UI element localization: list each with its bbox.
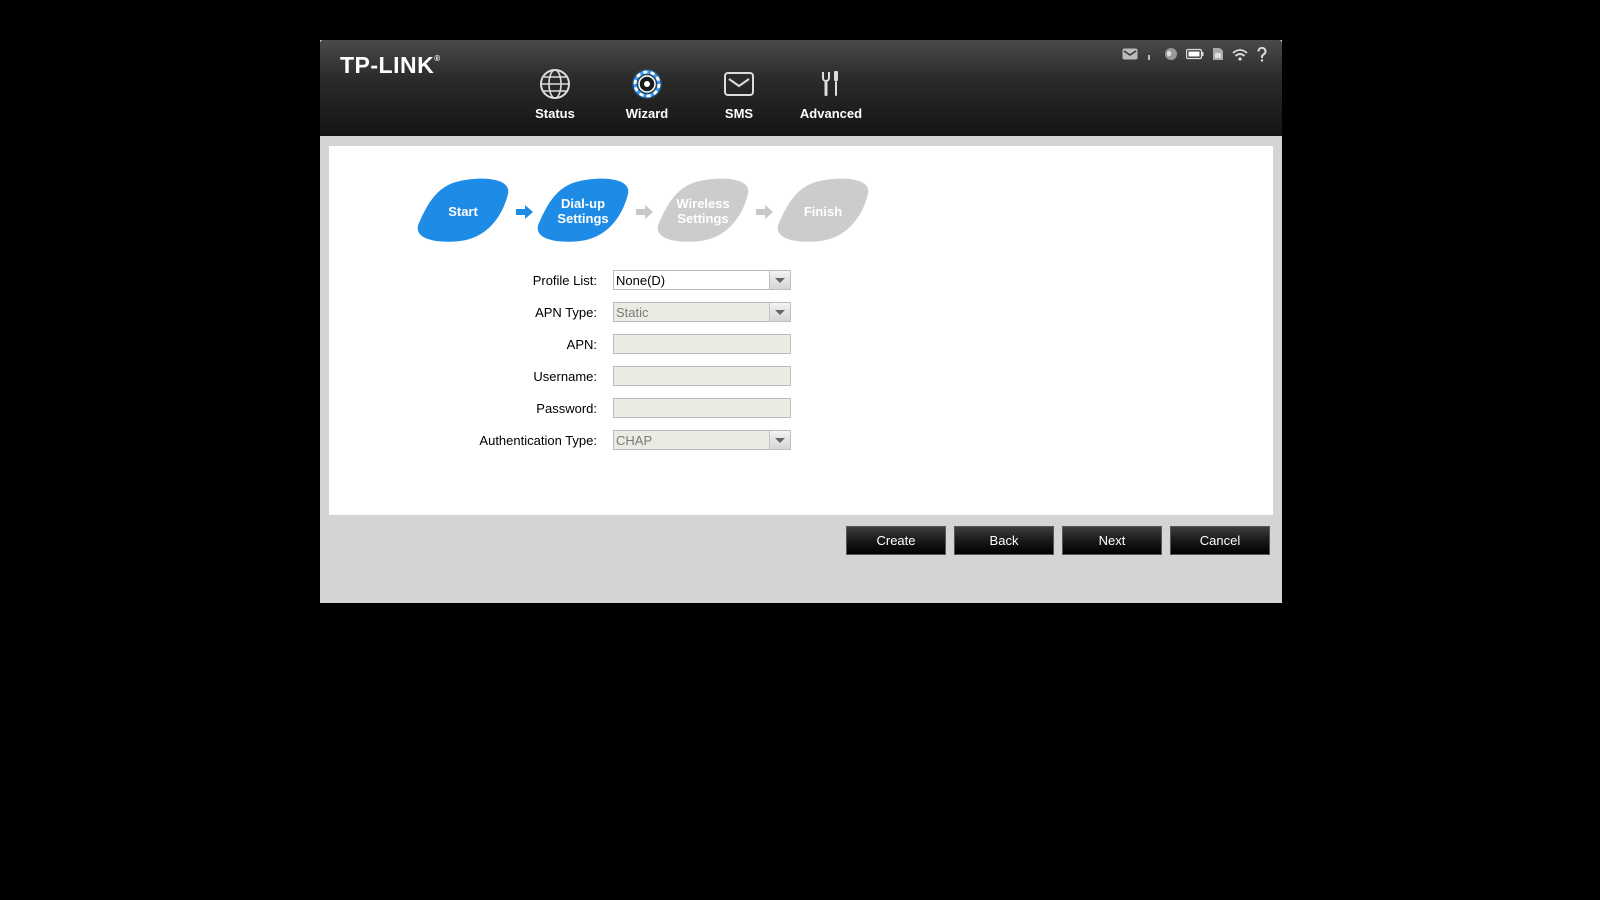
wizard-step-wireless: Wireless Settings <box>656 178 750 244</box>
nav-sms[interactable]: SMS <box>697 66 781 121</box>
apn-label: APN: <box>566 337 597 352</box>
auth-type-row: Authentication Type: CHAP <box>329 430 1273 452</box>
cancel-button[interactable]: Cancel <box>1170 526 1270 555</box>
step-arrow-3 <box>756 205 773 219</box>
next-button[interactable]: Next <box>1062 526 1162 555</box>
chevron-down-icon[interactable] <box>769 303 790 321</box>
wizard-step-dialup: Dial-up Settings <box>536 178 630 244</box>
apn-input[interactable] <box>613 334 791 354</box>
wizard-step-start: Start <box>416 178 510 244</box>
tp-link-logo: TP-LINK® <box>340 52 441 78</box>
back-button[interactable]: Back <box>954 526 1054 555</box>
apn-type-label: APN Type: <box>535 305 597 320</box>
mail-icon[interactable] <box>1122 48 1138 60</box>
apn-type-select[interactable]: Static <box>613 302 791 322</box>
profile-list-row: Profile List: None(D) <box>329 270 1273 292</box>
nav-wizard-label: Wizard <box>625 106 669 121</box>
wizard-content-panel: Start Dial-up Settings Wireless Settings <box>329 146 1273 515</box>
password-label: Password: <box>536 401 597 416</box>
password-row: Password: <box>329 398 1273 420</box>
profile-list-label: Profile List: <box>532 273 597 288</box>
nav-status[interactable]: Status <box>513 66 597 121</box>
nav-advanced[interactable]: Advanced <box>789 66 873 121</box>
internet-globe-icon <box>1165 48 1177 60</box>
username-label: Username: <box>533 369 597 384</box>
help-icon[interactable] <box>1256 46 1268 62</box>
auth-type-label: Authentication Type: <box>479 433 597 448</box>
step-arrow-2 <box>636 205 653 219</box>
nav-sms-label: SMS <box>724 106 754 121</box>
auth-type-select[interactable]: CHAP <box>613 430 791 450</box>
profile-list-select[interactable]: None(D) <box>613 270 791 290</box>
signal-icon <box>1148 55 1150 60</box>
nav-status-label: Status <box>535 106 575 121</box>
apn-type-row: APN Type: Static <box>329 302 1273 324</box>
chevron-down-icon[interactable] <box>769 271 790 289</box>
nav-wizard[interactable]: Wizard <box>605 66 689 121</box>
step-arrow-1 <box>516 205 533 219</box>
step-label-wireless: Wireless Settings <box>676 196 730 226</box>
wizard-step-finish: Finish <box>776 178 870 244</box>
router-app-window: TP-LINK® Status Wizard SMS Advanced Star… <box>320 40 1282 603</box>
apn-row: APN: <box>329 334 1273 356</box>
step-label-start: Start <box>448 203 478 219</box>
header-bar: TP-LINK® Status Wizard SMS Advanced <box>320 40 1282 136</box>
password-input[interactable] <box>613 398 791 418</box>
username-row: Username: <box>329 366 1273 388</box>
status-icon-tray <box>1122 46 1268 62</box>
envelope-icon <box>724 72 754 96</box>
chevron-down-icon[interactable] <box>769 431 790 449</box>
step-label-finish: Finish <box>803 203 843 219</box>
wizard-gear-icon <box>632 69 662 99</box>
nav-advanced-label: Advanced <box>799 106 863 121</box>
create-button[interactable]: Create <box>846 526 946 555</box>
apn-type-value: Static <box>616 305 649 320</box>
battery-icon <box>1186 48 1204 60</box>
profile-list-value: None(D) <box>616 273 666 288</box>
wifi-icon <box>1232 48 1248 61</box>
auth-type-value: CHAP <box>616 433 653 448</box>
step-label-dialup: Dial-up Settings <box>557 196 609 226</box>
tools-icon <box>822 71 838 96</box>
username-input[interactable] <box>613 366 791 386</box>
globe-icon <box>540 69 570 99</box>
sim-card-icon <box>1213 48 1223 60</box>
